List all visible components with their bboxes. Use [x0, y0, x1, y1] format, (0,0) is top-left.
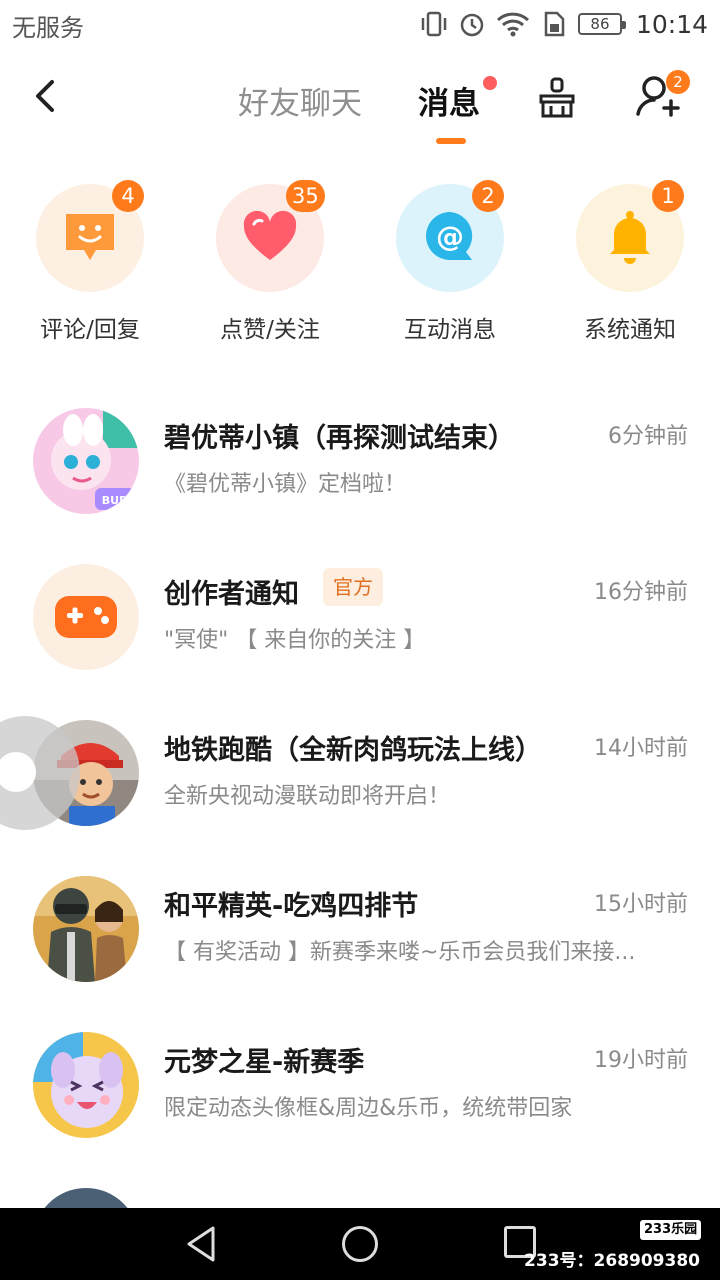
message-time: 6分钟前 [608, 424, 688, 449]
quick-actions: 4 评论/回复 35 点赞/关注 @ 2 互动消息 1 系统通知 [0, 180, 720, 350]
quick-label: 点赞/关注 [220, 317, 320, 343]
header: 好友聊天 消息 2 [0, 50, 720, 150]
game-avatar-bud-town: BUD [33, 408, 139, 514]
message-title: 碧优蒂小镇（再探测试结束） [164, 423, 515, 454]
watermark-text: 233号：268909380 [524, 1251, 700, 1271]
add-friend-button[interactable]: 2 [634, 70, 690, 120]
svg-text:BUD: BUD [102, 494, 128, 507]
message-preview: 全新央视动漫联动即将开启！ [164, 784, 451, 809]
message-time: 16分钟前 [594, 580, 688, 605]
carrier-text: 无服务 [12, 14, 84, 42]
broom-icon [539, 77, 575, 118]
active-tab-indicator [436, 138, 466, 144]
creator-notice-avatar [33, 564, 139, 670]
add-friend-badge: 2 [666, 70, 690, 94]
message-title: 元梦之星-新赛季 [164, 1047, 365, 1078]
message-title: 创作者通知 [164, 579, 299, 610]
message-preview: "冥使" 【 来自你的关注 】 [164, 628, 426, 653]
official-badge: 官方 [323, 568, 383, 606]
nav-home-icon[interactable] [342, 1226, 378, 1262]
message-item[interactable]: 和平精英-吃鸡四排节 15小时前 【 有奖活动 】新赛季来喽~乐币会员我们来接.… [0, 858, 720, 1014]
message-title: 地铁跑酷（全新肉鸽玩法上线） [164, 735, 542, 766]
clean-button[interactable] [535, 76, 579, 120]
alarm-icon [460, 13, 484, 37]
clock: 10:14 [635, 9, 708, 39]
tab-messages[interactable]: 消息 [418, 78, 480, 123]
nav-back-icon[interactable] [183, 1224, 219, 1264]
quick-badge: 4 [112, 180, 144, 212]
quick-badge: 1 [652, 180, 684, 212]
message-preview: 限定动态头像框&周边&乐币，统统带回家 [164, 1096, 573, 1121]
quick-label: 系统通知 [584, 317, 676, 343]
quick-badge: 2 [472, 180, 504, 212]
sim-icon [544, 11, 565, 37]
wifi-icon [496, 12, 529, 37]
back-button[interactable] [26, 74, 66, 118]
heart-icon [243, 210, 297, 260]
quick-interactions[interactable]: @ 2 互动消息 [360, 180, 540, 350]
watermark-logo: 233乐园 [640, 1220, 702, 1240]
tab-friends-chat[interactable]: 好友聊天 [238, 78, 362, 123]
message-preview: 【 有奖活动 】新赛季来喽~乐币会员我们来接... [164, 940, 636, 965]
bell-icon [610, 211, 650, 264]
navigation-bar: 233乐园 233号：268909380 [0, 1208, 720, 1280]
vibrate-icon [421, 11, 447, 37]
quick-badge: 35 [286, 180, 325, 212]
quick-likes-follows[interactable]: 35 点赞/关注 [180, 180, 360, 350]
status-icons: 86 10:14 [420, 8, 708, 40]
floating-ball-center [0, 752, 36, 792]
status-bar: 无服务 86 10:14 [0, 0, 720, 50]
chevron-left-icon [36, 80, 54, 112]
quick-label: 评论/回复 [40, 317, 140, 343]
svg-text:@: @ [436, 220, 464, 253]
message-preview: 《碧优蒂小镇》定档啦！ [164, 472, 407, 497]
gamepad-icon [55, 596, 117, 638]
at-chat-icon: @ [426, 212, 473, 260]
smile-chat-icon [66, 214, 114, 260]
quick-system-notices[interactable]: 1 系统通知 [540, 180, 720, 350]
quick-comments-replies[interactable]: 4 评论/回复 [0, 180, 180, 350]
message-title: 和平精英-吃鸡四排节 [164, 891, 419, 922]
message-time: 15小时前 [594, 892, 688, 917]
unread-dot [483, 76, 497, 90]
message-item[interactable]: BUD 碧优蒂小镇（再探测试结束） 6分钟前 《碧优蒂小镇》定档啦！ [0, 390, 720, 546]
message-time: 14小时前 [594, 736, 688, 761]
game-avatar-peacekeeper [33, 876, 139, 982]
message-item[interactable]: 元梦之星-新赛季 19小时前 限定动态头像框&周边&乐币，统统带回家 [0, 1014, 720, 1170]
quick-label: 互动消息 [404, 317, 496, 343]
battery-indicator: 86 [577, 13, 626, 35]
game-avatar-dream-star [33, 1032, 139, 1138]
message-item[interactable]: 地铁跑酷（全新肉鸽玩法上线） 14小时前 全新央视动漫联动即将开启！ [0, 702, 720, 858]
message-item[interactable]: 创作者通知 官方 16分钟前 "冥使" 【 来自你的关注 】 [0, 546, 720, 702]
message-time: 19小时前 [594, 1048, 688, 1073]
